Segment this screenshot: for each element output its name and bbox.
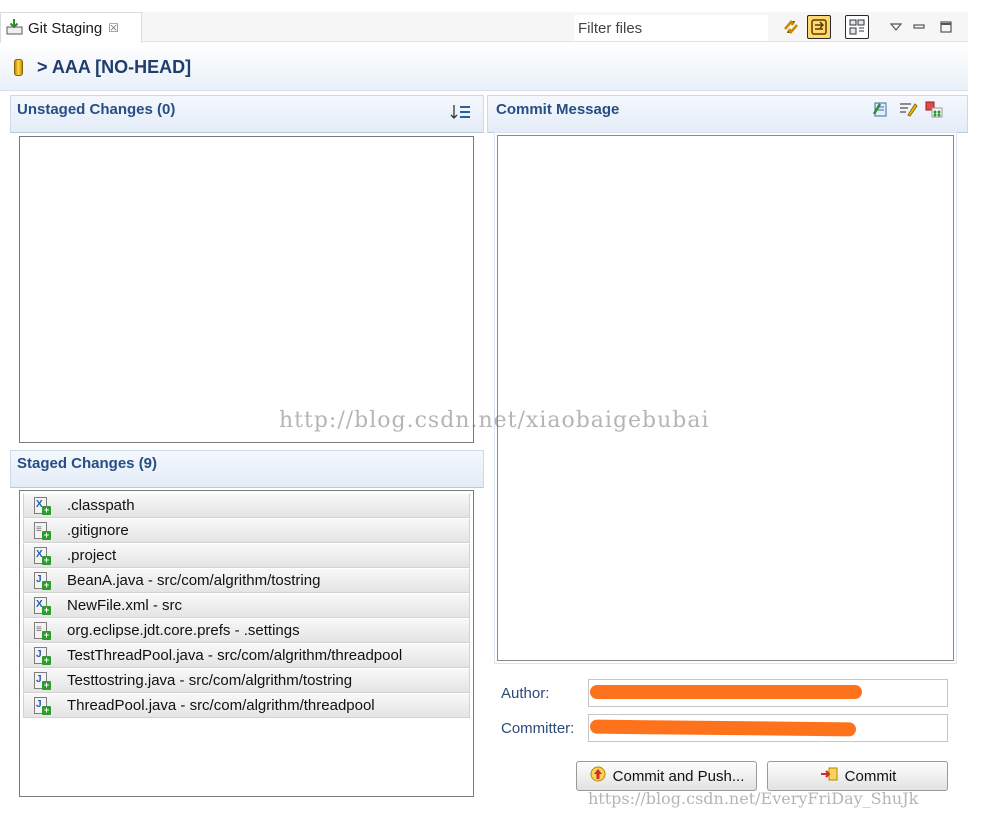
- java-file-icon: J +: [34, 647, 51, 665]
- staged-file-row[interactable]: J + Testtostring.java - src/com/algrithm/t…: [23, 668, 470, 693]
- sort-icon[interactable]: [450, 103, 472, 124]
- commit-toolbar: [872, 100, 944, 121]
- tree-layout-icon[interactable]: [845, 15, 869, 39]
- change-id-icon[interactable]: [924, 100, 944, 121]
- text-file-icon: ≡ +: [34, 522, 51, 540]
- repository-title: > AAA [NO-HEAD]: [37, 57, 192, 77]
- unstaged-file-list[interactable]: [19, 136, 474, 443]
- watermark-text: http://blog.csdn.net/xiaobaigebubai: [279, 408, 710, 433]
- staged-file-row[interactable]: J + BeanA.java - src/com/algrithm/tostring: [23, 568, 470, 593]
- git-staging-tab[interactable]: Git Staging ☒: [0, 12, 142, 43]
- staged-file-list[interactable]: X + .classpath ≡ + .gitignore X + .project J + Bean…: [19, 490, 474, 797]
- view-menu-icon[interactable]: [884, 15, 908, 39]
- push-icon: [589, 765, 607, 787]
- staged-file-name: ThreadPool.java - src/com/algrithm/threa…: [67, 697, 375, 714]
- staged-file-row[interactable]: J + TestThreadPool.java - src/com/algrithm…: [23, 643, 470, 668]
- java-file-icon: J +: [34, 572, 51, 590]
- amend-icon[interactable]: [872, 100, 892, 121]
- commit-and-push-button[interactable]: Commit and Push...: [576, 761, 757, 791]
- view-title: Git Staging: [28, 19, 103, 37]
- commit-and-push-label: Commit and Push...: [612, 767, 745, 785]
- xml-file-icon: X +: [34, 497, 51, 515]
- commit-label: Commit: [844, 767, 897, 785]
- staged-file-name: TestThreadPool.java - src/com/algrithm/t…: [67, 647, 403, 664]
- committer-label: Committer:: [501, 720, 575, 737]
- presentation-icon[interactable]: [807, 15, 831, 39]
- java-file-icon: J +: [34, 697, 51, 715]
- maximize-icon[interactable]: [934, 15, 958, 39]
- staged-file-row[interactable]: ≡ + .gitignore: [23, 518, 470, 543]
- staged-file-name: BeanA.java - src/com/algrithm/tostring: [67, 572, 321, 589]
- staged-file-row[interactable]: X + NewFile.xml - src: [23, 593, 470, 618]
- commit-button[interactable]: Commit: [767, 761, 948, 791]
- commit-message-input[interactable]: [494, 132, 957, 664]
- staged-file-name: .gitignore: [67, 522, 129, 539]
- redaction-mark: [590, 685, 862, 699]
- author-label: Author:: [501, 685, 550, 702]
- staged-file-row[interactable]: X + .project: [23, 543, 470, 568]
- staged-file-name: .project: [67, 547, 117, 564]
- minimize-icon[interactable]: [907, 15, 931, 39]
- staged-file-row[interactable]: X + .classpath: [23, 493, 470, 518]
- staged-file-name: .classpath: [67, 497, 135, 514]
- close-tab-icon[interactable]: ☒: [108, 21, 119, 35]
- redaction-mark: [589, 719, 857, 737]
- repository-icon: [14, 59, 23, 76]
- commit-message-title: Commit Message: [496, 101, 620, 118]
- xml-file-icon: X +: [34, 597, 51, 615]
- text-file-icon: ≡ +: [34, 622, 51, 640]
- unstaged-changes-title: Unstaged Changes (0): [17, 101, 176, 118]
- git-staging-icon: [6, 18, 23, 38]
- staged-file-name: Testtostring.java - src/com/algrithm/tos…: [67, 672, 353, 689]
- staged-file-row[interactable]: ≡ + org.eclipse.jdt.core.prefs - .settings: [23, 618, 470, 643]
- staged-file-row[interactable]: J + ThreadPool.java - src/com/algrithm/thr…: [23, 693, 470, 718]
- sync-icon[interactable]: [779, 15, 803, 39]
- java-file-icon: J +: [34, 672, 51, 690]
- commit-icon: [819, 766, 839, 786]
- xml-file-icon: X +: [34, 547, 51, 565]
- staged-changes-title: Staged Changes (9): [17, 455, 158, 472]
- filter-files-input[interactable]: [574, 15, 768, 41]
- sign-off-icon[interactable]: [898, 100, 918, 121]
- staged-file-name: org.eclipse.jdt.core.prefs - .settings: [67, 622, 300, 639]
- staged-file-name: NewFile.xml - src: [67, 597, 182, 614]
- watermark-text: https://blog.csdn.net/EveryFriDay_ShuJk: [588, 789, 919, 808]
